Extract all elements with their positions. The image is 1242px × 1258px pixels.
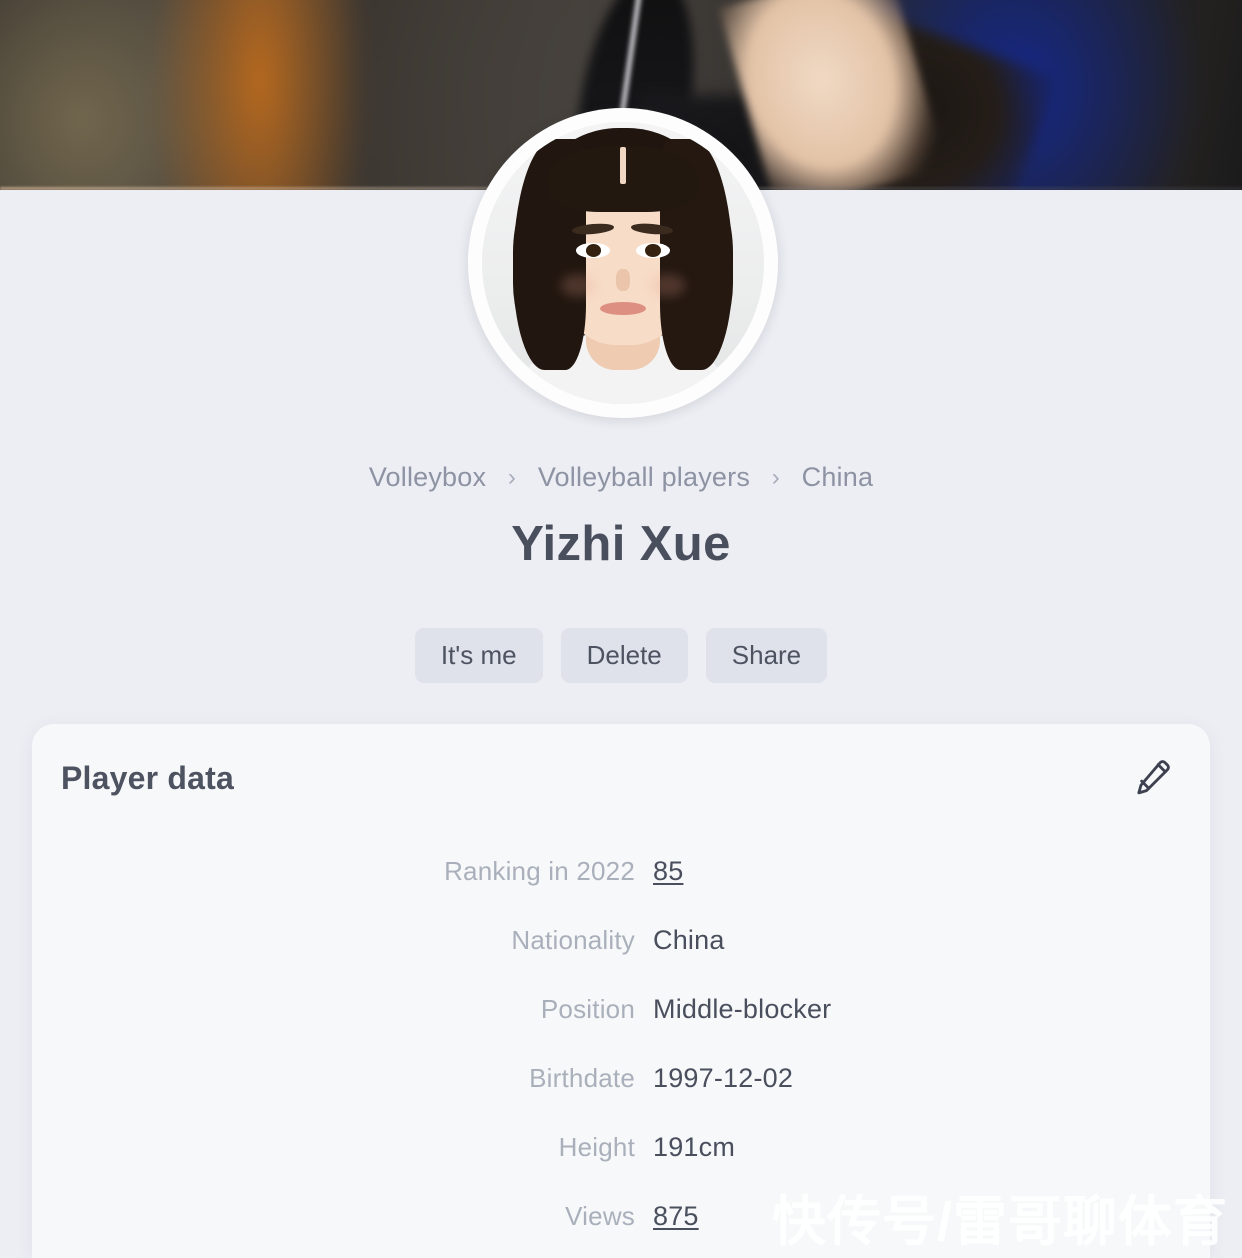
edit-player-data-button[interactable] (1126, 750, 1180, 804)
pencil-icon (1133, 757, 1173, 797)
row-label-position: Position (540, 994, 635, 1024)
table-row: Ranking in 2022 85 (32, 856, 1210, 925)
player-data-heading: Player data (61, 760, 234, 796)
row-label-height: Height (558, 1132, 635, 1162)
breadcrumb-item-china[interactable]: China (802, 462, 874, 492)
table-row: Nationality China (32, 925, 1210, 994)
its-me-button[interactable]: It's me (414, 628, 543, 683)
row-label-nationality: Nationality (511, 925, 635, 955)
page-title: Yizhi Xue (511, 517, 731, 571)
row-value-views[interactable]: 875 (653, 1201, 699, 1232)
row-value-birthdate: 1997-12-02 (653, 1063, 794, 1093)
row-value-height: 191cm (653, 1132, 736, 1162)
player-data-card: Player data Ranking in 2022 85 Nationali… (32, 724, 1210, 1258)
row-label-views: Views (565, 1201, 635, 1231)
row-label-birthdate: Birthdate (529, 1063, 635, 1093)
breadcrumb-item-volleyball-players[interactable]: Volleyball players (538, 462, 750, 492)
row-value-nationality: China (653, 925, 725, 955)
avatar-photo (482, 122, 764, 404)
share-button[interactable]: Share (705, 628, 828, 683)
table-row: Birthdate 1997-12-02 (32, 1063, 1210, 1132)
chevron-right-icon: › (771, 464, 780, 491)
avatar[interactable] (468, 108, 778, 418)
row-value-ranking[interactable]: 85 (653, 856, 683, 887)
row-value-position: Middle-blocker (653, 994, 832, 1024)
delete-button[interactable]: Delete (560, 628, 688, 683)
breadcrumb-item-volleybox[interactable]: Volleybox (369, 462, 486, 492)
table-row: Height 191cm (32, 1132, 1210, 1201)
breadcrumb: Volleybox › Volleyball players › China (0, 462, 1242, 493)
action-button-group: It's me Delete Share (0, 628, 1242, 683)
row-label-ranking: Ranking in 2022 (444, 856, 635, 886)
chevron-right-icon: › (507, 464, 517, 491)
table-row: Views 875 (32, 1201, 1210, 1258)
table-row: Position Middle-blocker (32, 994, 1210, 1063)
player-data-list: Ranking in 2022 85 Nationality China Pos… (32, 856, 1210, 1258)
